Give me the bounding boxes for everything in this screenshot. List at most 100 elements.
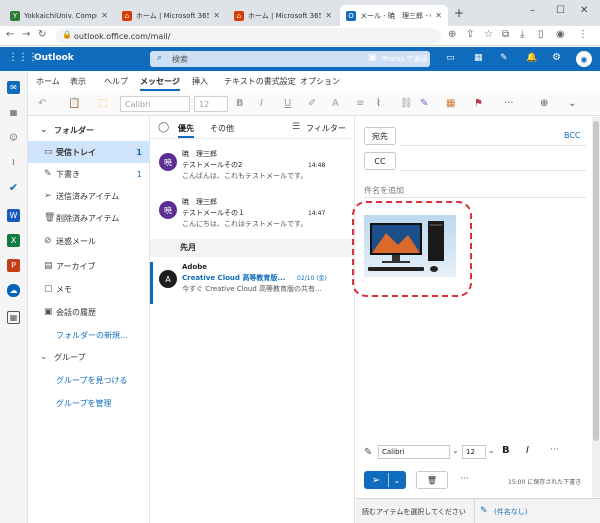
list-item[interactable]: 暁 暁 理三郎 テストメールその１ こんにちは、これはテストメールです。 14:… — [150, 197, 354, 237]
new-tab-button[interactable]: + — [454, 6, 464, 20]
signature-icon[interactable]: ✎ — [420, 98, 428, 109]
list-item[interactable]: A Adobe Creative Cloud 高等教育版... 今すぐ Crea… — [150, 262, 354, 304]
ribbon-more-button[interactable]: ··· — [504, 98, 514, 109]
powerpoint-icon[interactable]: P — [7, 259, 20, 272]
inline-image-desktop-pc[interactable] — [364, 215, 456, 277]
onedrive-icon[interactable]: ☁ — [7, 284, 20, 297]
folder-archive[interactable]: ▤ アーカイブ — [28, 255, 150, 277]
maximize-button[interactable]: ☐ — [556, 5, 565, 16]
calendar-app-icon[interactable]: ▦ — [7, 106, 20, 119]
tab-home[interactable]: ホーム — [36, 76, 60, 87]
avatar[interactable]: ◉ — [576, 51, 592, 67]
bullets-icon[interactable]: ≡ — [356, 98, 364, 109]
tab-other[interactable]: その他 — [210, 123, 234, 134]
folder-inbox[interactable]: ▭ 受信トレイ 1 — [28, 141, 150, 163]
excel-icon[interactable]: X — [7, 234, 20, 247]
link-icon[interactable]: ⛓ — [400, 98, 413, 109]
font-size-select[interactable]: 12 — [462, 445, 486, 459]
tab-text-format[interactable]: テキストの書式設定 — [224, 76, 296, 87]
font-color-icon[interactable]: A — [332, 98, 339, 109]
chevron-down-icon[interactable]: ⌄ — [488, 446, 495, 455]
paste-icon[interactable]: 📋 — [68, 98, 80, 109]
filter-icon[interactable]: ☰ — [292, 122, 300, 132]
chevron-down-icon[interactable]: ⌄ — [452, 446, 459, 455]
expand-ribbon-icon[interactable]: ⌄ — [568, 98, 576, 109]
ribbon-font-select[interactable]: Calibri — [120, 96, 190, 112]
todo-icon[interactable]: ✔ — [7, 181, 20, 194]
close-tab-icon[interactable]: ✕ — [101, 11, 108, 20]
compose-scrollbar[interactable] — [592, 117, 600, 497]
attach-icon[interactable]: ⌇ — [7, 156, 20, 169]
url-field[interactable]: 🔒 outlook.office.com/mail/ — [56, 28, 441, 44]
flag-icon[interactable]: ⚑ — [474, 98, 483, 109]
teams-call-button[interactable]: Teams で通話 — [382, 54, 427, 64]
bookmark-star-icon[interactable]: ☆ — [484, 29, 493, 40]
list-item[interactable]: 暁 暁 理三郎 テストメールその2 こんばんは、これもテストメールです。 14:… — [150, 149, 354, 189]
send-button[interactable]: ➢ ⌄ — [364, 471, 406, 489]
close-tab-icon[interactable]: ✕ — [435, 11, 442, 20]
folder-history[interactable]: ▣ 会話の履歴 — [28, 301, 150, 323]
browser-menu-icon[interactable]: ⋮ — [578, 29, 588, 40]
bcc-button[interactable]: BCC — [564, 131, 581, 140]
word-icon[interactable]: W — [7, 209, 20, 222]
reload-icon[interactable]: ↻ — [38, 29, 46, 40]
browser-tab-1[interactable]: Y YokkaichiUniv. Compute ✕ — [4, 5, 114, 26]
cc-button[interactable]: CC — [364, 152, 396, 170]
folders-header[interactable]: ⌄ フォルダー — [28, 119, 150, 141]
find-groups-link[interactable]: グループを見つける — [28, 369, 150, 391]
browser-tab-3[interactable]: ⌂ ホーム | Microsoft 365 ✕ — [228, 5, 338, 26]
tab-options[interactable]: オプション — [300, 76, 340, 87]
table-icon[interactable]: ▦ — [446, 98, 455, 109]
sidebar-icon[interactable]: ▯ — [538, 29, 544, 40]
close-tab-icon[interactable]: ✕ — [213, 11, 220, 20]
install-app-icon[interactable]: ⊕ — [448, 29, 456, 40]
folder-sent[interactable]: ➢ 送信済みアイテム — [28, 185, 150, 207]
new-folder-link[interactable]: フォルダーの新規... — [28, 324, 150, 346]
profile-icon[interactable]: ◉ — [556, 29, 565, 40]
more-apps-icon[interactable]: ▦ — [7, 311, 20, 324]
scrollbar-thumb[interactable] — [593, 121, 599, 441]
chevron-down-icon[interactable]: ⌄ — [389, 476, 405, 485]
format-painter-icon[interactable]: ✎ — [364, 447, 372, 458]
tab-help[interactable]: ヘルプ — [104, 76, 128, 87]
select-all-icon[interactable]: ◯ — [158, 122, 169, 133]
groups-header[interactable]: ⌄ グループ — [28, 346, 150, 368]
zoom-icon[interactable]: ⊕ — [540, 98, 548, 109]
calendar-icon[interactable]: ▦ — [474, 53, 483, 63]
send-more-button[interactable]: ··· — [460, 474, 469, 484]
font-select[interactable]: Calibri — [378, 445, 450, 459]
my-day-icon[interactable]: ✎ — [500, 53, 508, 63]
gear-icon[interactable]: ⚙ — [552, 52, 561, 63]
people-icon[interactable]: ☺ — [7, 131, 20, 144]
forward-icon[interactable]: → — [22, 29, 30, 40]
close-window-button[interactable]: ✕ — [580, 5, 588, 16]
subject-field[interactable]: 件名を追加 — [364, 185, 404, 196]
highlight-icon[interactable]: ✐ — [308, 98, 316, 109]
tab-focused[interactable]: 優先 — [178, 123, 194, 138]
folder-junk[interactable]: ⊘ 迷惑メール — [28, 230, 150, 252]
folder-deleted[interactable]: 🗑 削除済みアイテム — [28, 207, 150, 229]
tab-message[interactable]: メッセージ — [140, 76, 180, 91]
browser-tab-2[interactable]: ⌂ ホーム | Microsoft 365 ✕ — [116, 5, 226, 26]
folder-notes[interactable]: ▢ メモ — [28, 278, 150, 300]
extensions-icon[interactable]: ⧉ — [502, 29, 509, 40]
format-more-button[interactable]: ··· — [550, 445, 559, 455]
discard-button[interactable]: 🗑 — [416, 471, 448, 489]
tab-view[interactable]: 表示 — [70, 76, 86, 87]
undo-icon[interactable]: ↶ — [38, 98, 46, 109]
chat-icon[interactable]: ▭ — [446, 53, 455, 63]
folder-drafts[interactable]: ✎ 下書き 1 — [28, 163, 150, 185]
minimize-button[interactable]: – — [530, 5, 535, 16]
tab-insert[interactable]: 挿入 — [192, 76, 208, 87]
bold-icon[interactable]: B — [236, 98, 244, 109]
browser-tab-4-active[interactable]: O メール - 暁 理三郎 - Out ✕ — [340, 5, 448, 26]
mail-icon[interactable]: ✉ — [7, 81, 20, 94]
share-icon[interactable]: ⇪ — [466, 29, 474, 40]
to-button[interactable]: 宛先 — [364, 127, 396, 145]
paperclip-icon[interactable]: ⌇ — [376, 98, 381, 109]
bell-icon[interactable]: 🔔 — [526, 53, 537, 63]
download-icon[interactable]: ⤓ — [520, 29, 524, 40]
filter-button[interactable]: フィルター — [306, 123, 346, 134]
close-tab-icon[interactable]: ✕ — [325, 11, 332, 20]
format-painter-icon[interactable]: ⬚ — [98, 98, 107, 109]
